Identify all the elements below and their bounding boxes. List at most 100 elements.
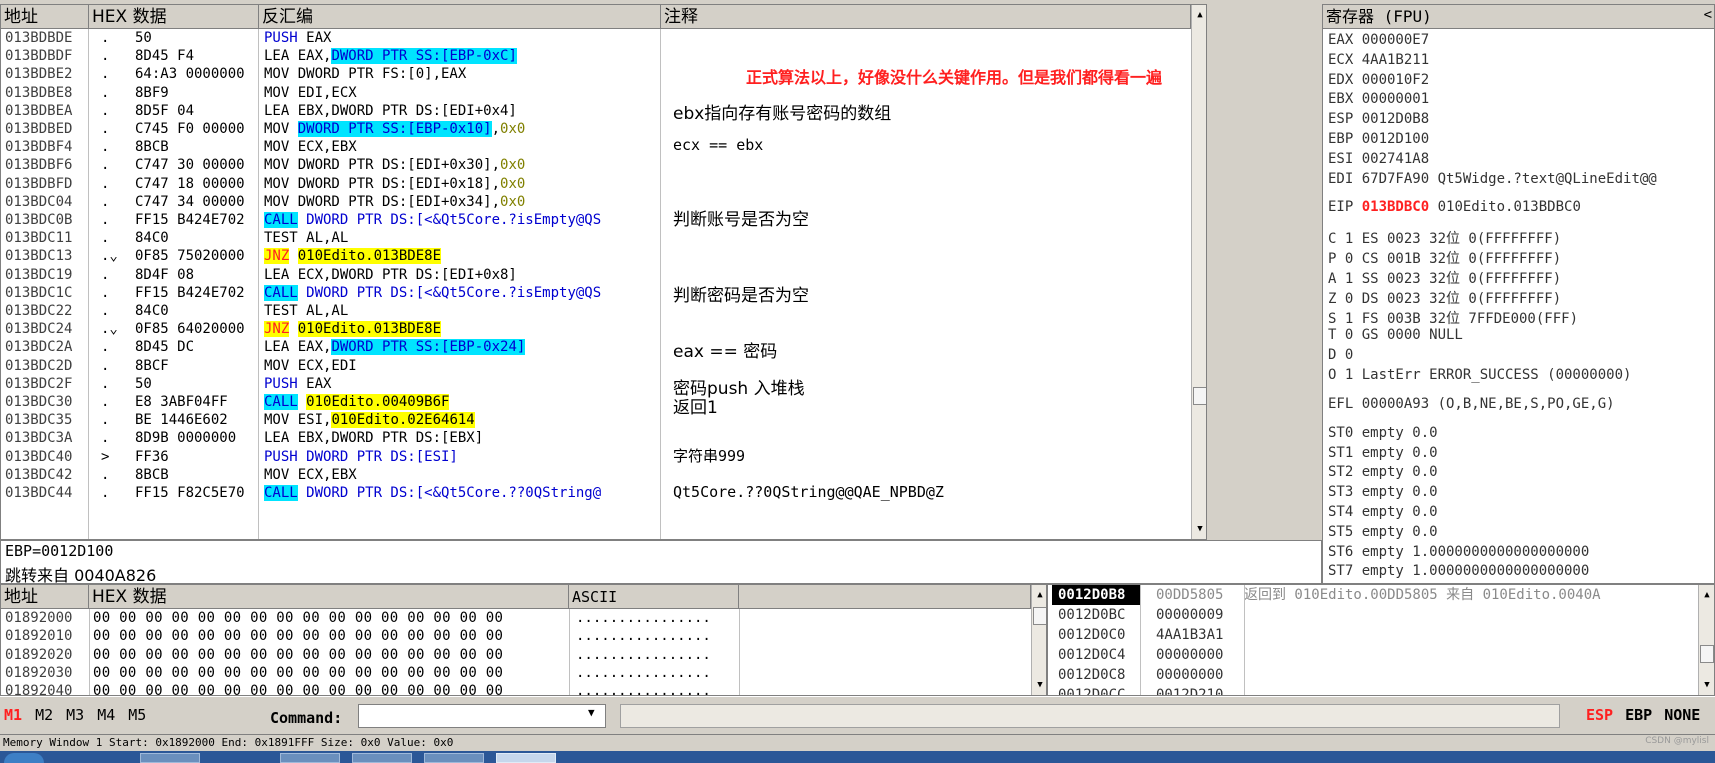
register-edx[interactable]: EDX 000010F2 <box>1328 72 1429 88</box>
memory-tab-m3[interactable]: M3 <box>66 706 84 724</box>
dump-row[interactable]: 01892040 00 00 00 00 00 00 00 00 00 00 00… <box>1 682 1031 695</box>
taskbar-app-icon[interactable] <box>352 753 412 763</box>
scroll-down-icon[interactable]: ▼ <box>1032 677 1046 693</box>
flag-row[interactable]: S 1 FS 003B 32位 7FFDE000(FFF) <box>1328 308 1578 328</box>
disasm-row[interactable]: 013BDBF4. 8BCB MOV ECX,EBX <box>1 138 1191 156</box>
disasm-row[interactable]: 013BDC2F. 50 PUSH EAX <box>1 375 1191 393</box>
dump-header-ascii[interactable]: ASCII <box>569 585 739 609</box>
dump-header-hex[interactable]: HEX 数据 <box>89 585 569 609</box>
start-button-icon[interactable] <box>4 753 44 763</box>
command-input[interactable] <box>358 704 606 728</box>
disasm-row[interactable]: 013BDBEA. 8D5F 04 LEA EBX,DWORD PTR DS:[ED… <box>1 102 1191 120</box>
register-eax[interactable]: EAX 000000E7 <box>1328 32 1429 48</box>
stack-row[interactable]: 0012D0C4 00000000 <box>1048 645 1698 665</box>
scroll-down-icon[interactable]: ▼ <box>1192 521 1206 537</box>
memory-tab-m1[interactable]: M1 <box>4 706 22 724</box>
flag-row[interactable]: A 1 SS 0023 32位 0(FFFFFFFF) <box>1328 268 1561 288</box>
disasm-row[interactable]: 013BDC2D. 8BCF MOV ECX,EDI <box>1 357 1191 375</box>
taskbar-app-icon[interactable] <box>496 753 556 763</box>
scroll-thumb[interactable] <box>1700 645 1714 663</box>
fpu-register[interactable]: ST7 empty 1.0000000000000000000 <box>1328 563 1589 579</box>
register-esp[interactable]: ESP 0012D0B8 <box>1328 111 1429 127</box>
scroll-thumb[interactable] <box>1193 387 1206 405</box>
scroll-down-icon[interactable]: ▼ <box>1699 677 1714 693</box>
taskbar-app-icon[interactable] <box>140 753 200 763</box>
disasm-row[interactable]: 013BDC24 .⌄ 0F85 64020000 JNZ 010Edito.013B… <box>1 320 1191 338</box>
register-edi[interactable]: EDI 67D7FA90 Qt5Widge.?text@QLineEdit@@ <box>1328 171 1657 187</box>
scroll-up-icon[interactable]: ▲ <box>1032 587 1046 603</box>
disasm-row[interactable]: 013BDC3A. 8D9B 0000000 LEA EBX,DWORD PTR D… <box>1 429 1191 447</box>
col-header-comment[interactable]: 注释 <box>661 5 1191 29</box>
disasm-row[interactable]: 013BDC42. 8BCB MOV ECX,EBX <box>1 466 1191 484</box>
stack-row[interactable]: 0012D0C8 00000000 <box>1048 665 1698 685</box>
fpu-register[interactable]: ST6 empty 1.0000000000000000000 <box>1328 544 1589 560</box>
disasm-row[interactable]: 013BDBDE. 50 PUSH EAX <box>1 29 1191 47</box>
fpu-register[interactable]: ST5 empty 0.0 <box>1328 524 1438 540</box>
flag-row[interactable]: C 1 ES 0023 32位 0(FFFFFFFF) <box>1328 228 1561 248</box>
col-header-hex[interactable]: HEX 数据 <box>89 5 259 29</box>
disasm-row[interactable]: 013BDC19. 8D4F 08 LEA ECX,DWORD PTR DS:[ED… <box>1 266 1191 284</box>
follow-option-esp[interactable]: ESP <box>1586 706 1613 724</box>
dump-row[interactable]: 01892030 00 00 00 00 00 00 00 00 00 00 00… <box>1 664 1031 682</box>
disasm-row[interactable]: 013BDC0B. FF15 B424E702 CALL DWORD PTR DS:… <box>1 211 1191 229</box>
memory-tab-m5[interactable]: M5 <box>128 706 146 724</box>
fpu-register[interactable]: ST0 empty 0.0 <box>1328 425 1438 441</box>
scroll-thumb[interactable] <box>1033 607 1046 625</box>
memory-tab-m4[interactable]: M4 <box>97 706 115 724</box>
disasm-row[interactable]: 013BDC04. C747 34 00000 MOV DWORD PTR DS:[… <box>1 193 1191 211</box>
follow-option-ebp[interactable]: EBP <box>1625 706 1652 724</box>
disasm-row[interactable]: 013BDBF6. C747 30 00000 MOV DWORD PTR DS:[… <box>1 156 1191 174</box>
register-esi[interactable]: ESI 002741A8 <box>1328 151 1429 167</box>
stack-row[interactable]: 0012D0B8 00DD5805 返回到 010Edito.00DD5805 来自… <box>1048 585 1698 605</box>
fpu-register[interactable]: ST1 empty 0.0 <box>1328 445 1438 461</box>
chevron-left-icon[interactable]: < <box>1704 7 1712 23</box>
memory-tab-m2[interactable]: M2 <box>35 706 53 724</box>
stack-pane[interactable]: 0012D0B8 00DD5805 返回到 010Edito.00DD5805 来自… <box>1047 584 1715 696</box>
disasm-row[interactable]: 013BDC22. 84C0 TEST AL,AL <box>1 302 1191 320</box>
dump-scrollbar[interactable]: ▲ ▼ <box>1031 585 1046 695</box>
taskbar-app-icon[interactable] <box>280 753 340 763</box>
dump-row[interactable]: 01892000 00 00 00 00 00 00 00 00 00 00 00… <box>1 609 1031 627</box>
disasm-row[interactable]: 013BDBFD. C747 18 00000 MOV DWORD PTR DS:[… <box>1 175 1191 193</box>
taskbar-app-icon[interactable] <box>424 753 484 763</box>
disasm-row[interactable]: 013BDC44. FF15 F82C5E70 CALL DWORD PTR DS:… <box>1 484 1191 502</box>
disassembly-scrollbar[interactable]: ▲ ▼ <box>1191 5 1206 539</box>
register-ebp[interactable]: EBP 0012D100 <box>1328 131 1429 147</box>
register-ebx[interactable]: EBX 00000001 <box>1328 91 1429 107</box>
disasm-row[interactable]: 013BDBED. C745 F0 00000 MOV DWORD PTR SS:[… <box>1 120 1191 138</box>
scroll-up-icon[interactable]: ▲ <box>1192 7 1206 23</box>
disasm-row[interactable]: 013BDC35. BE 1446E602 MOV ESI,010Edito.02E… <box>1 411 1191 429</box>
scroll-up-icon[interactable]: ▲ <box>1699 587 1714 603</box>
disasm-row[interactable]: 013BDC30. E8 3ABF04FF CALL 010Edito.00409B… <box>1 393 1191 411</box>
col-header-disasm[interactable]: 反汇编 <box>259 5 661 29</box>
disasm-row[interactable]: 013BDC1C. FF15 B424E702 CALL DWORD PTR DS:… <box>1 284 1191 302</box>
disassembly-pane[interactable]: 地址 HEX 数据 反汇编 注释 013BDBDE. 50 PUSH EAX 013B… <box>0 4 1207 540</box>
dump-header-address[interactable]: 地址 <box>1 585 89 609</box>
stack-scrollbar[interactable]: ▲ ▼ <box>1698 585 1714 695</box>
flag-row[interactable]: O 1 LastErr ERROR_SUCCESS (00000000) <box>1328 367 1631 383</box>
follow-option-none[interactable]: NONE <box>1664 706 1700 724</box>
disasm-row[interactable]: 013BDC2A. 8D45 DC LEA EAX,DWORD PTR SS:[EB… <box>1 338 1191 356</box>
fpu-register[interactable]: ST4 empty 0.0 <box>1328 504 1438 520</box>
flag-row[interactable]: Z 0 DS 0023 32位 0(FFFFFFFF) <box>1328 288 1561 308</box>
fpu-register[interactable]: ST2 empty 0.0 <box>1328 464 1438 480</box>
chevron-down-icon[interactable]: ▼ <box>588 706 595 719</box>
command-result-field[interactable] <box>620 704 1560 728</box>
disasm-row[interactable]: 013BDC13 .⌄ 0F85 75020000 JNZ 010Edito.013B… <box>1 247 1191 265</box>
flag-row[interactable]: P 0 CS 001B 32位 0(FFFFFFFF) <box>1328 248 1561 268</box>
dump-row[interactable]: 01892020 00 00 00 00 00 00 00 00 00 00 00… <box>1 646 1031 664</box>
disasm-row[interactable]: 013BDC40 > FF36 PUSH DWORD PTR DS:[ESI] <box>1 448 1191 466</box>
col-header-address[interactable]: 地址 <box>1 5 89 29</box>
dump-pane[interactable]: 地址 HEX 数据 ASCII 01892000 00 00 00 00 00 0… <box>0 584 1047 696</box>
stack-row[interactable]: 0012D0CC 0012D210 <box>1048 685 1698 695</box>
disasm-row[interactable]: 013BDC11. 84C0 TEST AL,AL <box>1 229 1191 247</box>
flag-row[interactable]: D 0 <box>1328 347 1353 363</box>
flag-row[interactable]: T 0 GS 0000 NULL <box>1328 327 1463 343</box>
stack-row[interactable]: 0012D0BC 00000009 <box>1048 605 1698 625</box>
stack-row[interactable]: 0012D0C0 4AA1B3A1 <box>1048 625 1698 645</box>
eflags-row[interactable]: EFL 00000A93 (O,B,NE,BE,S,PO,GE,G) <box>1328 396 1615 412</box>
dump-row[interactable]: 01892010 00 00 00 00 00 00 00 00 00 00 00… <box>1 627 1031 645</box>
fpu-register[interactable]: ST3 empty 0.0 <box>1328 484 1438 500</box>
register-ecx[interactable]: ECX 4AA1B211 <box>1328 52 1429 68</box>
registers-pane[interactable]: 寄存器 (FPU) < EAX 000000E7 ECX 4AA1B211 EDX … <box>1322 4 1715 584</box>
